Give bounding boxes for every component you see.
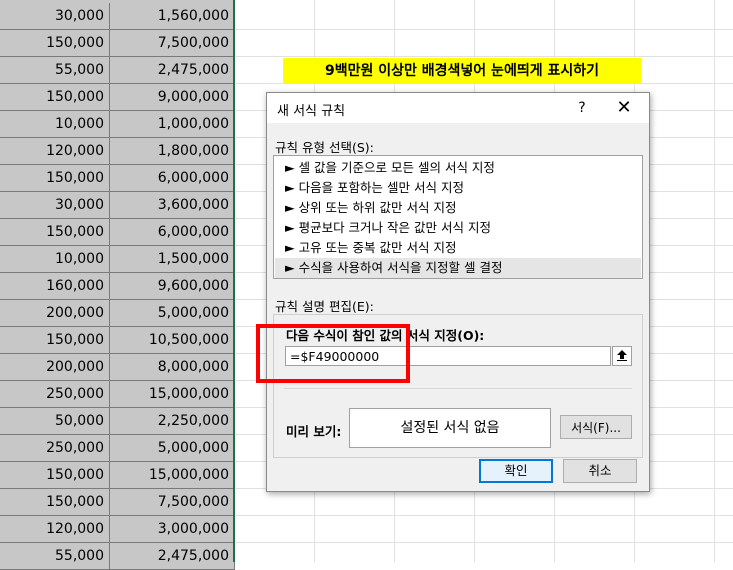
quantity-cell[interactable]: 150,000 [0,30,110,57]
table-row: 30,000 1,560,000 [0,3,235,30]
rule-type-list[interactable]: ► 셀 값을 기준으로 모든 셀의 서식 지정 ► 다음을 포함하는 셀만 서식 … [273,155,643,279]
amount-cell[interactable]: 2,475,000 [110,57,235,84]
arrow-up-icon [617,350,627,361]
quantity-cell[interactable]: 10,000 [0,111,110,138]
ok-button[interactable]: 확인 [479,459,553,483]
quantity-cell[interactable]: 30,000 [0,192,110,219]
quantity-cell[interactable]: 150,000 [0,219,110,246]
amount-cell[interactable]: 1,000,000 [110,111,235,138]
data-rows: 30,000 1,560,000 150,000 7,500,000 55,000 2,4… [0,3,235,570]
quantity-cell[interactable]: 55,000 [0,543,110,570]
table-row: 200,000 8,000,000 [0,354,235,381]
amount-cell[interactable]: 5,000,000 [110,435,235,462]
amount-cell[interactable]: 5,000,000 [110,300,235,327]
dialog-title: 새 서식 규칙 [277,104,346,119]
table-row: 150,000 7,500,000 [0,30,235,57]
rule-type-item[interactable]: ► 상위 또는 하위 값만 서식 지정 [275,198,641,218]
divider [284,388,632,389]
table-row: 150,000 6,000,000 [0,165,235,192]
amount-cell[interactable]: 3,000,000 [110,516,235,543]
quantity-cell[interactable]: 160,000 [0,273,110,300]
quantity-cell[interactable]: 120,000 [0,516,110,543]
rule-type-item[interactable]: ► 수식을 사용하여 서식을 지정할 셀 결정 [275,258,641,278]
quantity-cell[interactable]: 150,000 [0,327,110,354]
table-row: 55,000 2,475,000 [0,543,235,570]
rule-type-label: 규칙 유형 선택(S): [275,140,374,155]
quantity-cell[interactable]: 150,000 [0,84,110,111]
amount-cell[interactable]: 2,250,000 [110,408,235,435]
cancel-button[interactable]: 취소 [563,459,637,483]
quantity-cell[interactable]: 200,000 [0,300,110,327]
help-button[interactable]: ? [571,97,593,119]
amount-cell[interactable]: 9,600,000 [110,273,235,300]
rule-type-item[interactable]: ► 셀 값을 기준으로 모든 셀의 서식 지정 [275,158,641,178]
quantity-cell[interactable]: 50,000 [0,408,110,435]
quantity-cell[interactable]: 250,000 [0,435,110,462]
table-row: 50,000 2,250,000 [0,408,235,435]
quantity-cell[interactable]: 10,000 [0,246,110,273]
rule-type-item[interactable]: ► 다음을 포함하는 셀만 서식 지정 [275,178,641,198]
amount-cell[interactable]: 6,000,000 [110,165,235,192]
preview-label: 미리 보기: [286,424,342,439]
annotation-highlight-box [256,324,410,383]
quantity-cell[interactable]: 200,000 [0,354,110,381]
table-row: 150,000 10,500,000 [0,327,235,354]
edit-description-label: 규칙 설명 편집(E): [275,299,374,314]
table-row: 200,000 5,000,000 [0,300,235,327]
selection-border [233,0,235,562]
new-format-rule-dialog: 새 서식 규칙 ? ✕ 규칙 유형 선택(S): ► 셀 값을 기준으로 모든 … [266,92,650,492]
table-row: 150,000 9,000,000 [0,84,235,111]
amount-cell[interactable]: 10,500,000 [110,327,235,354]
table-row: 160,000 9,600,000 [0,273,235,300]
table-row: 10,000 1,000,000 [0,111,235,138]
table-row: 30,000 3,600,000 [0,192,235,219]
amount-cell[interactable]: 1,500,000 [110,246,235,273]
quantity-cell[interactable]: 120,000 [0,138,110,165]
table-row: 150,000 15,000,000 [0,462,235,489]
amount-cell[interactable]: 3,600,000 [110,192,235,219]
format-button[interactable]: 서식(F)... [560,415,632,439]
instruction-banner: 9백만원 이상만 배경색넣어 눈에띄게 표시하기 [283,58,641,84]
table-row: 10,000 1,500,000 [0,246,235,273]
amount-cell[interactable]: 1,800,000 [110,138,235,165]
table-row: 250,000 5,000,000 [0,435,235,462]
table-row: 120,000 1,800,000 [0,138,235,165]
amount-cell[interactable]: 9,000,000 [110,84,235,111]
quantity-cell[interactable]: 150,000 [0,489,110,516]
quantity-cell[interactable]: 55,000 [0,57,110,84]
table-row: 250,000 15,000,000 [0,381,235,408]
amount-cell[interactable]: 8,000,000 [110,354,235,381]
rule-type-item[interactable]: ► 평균보다 크거나 작은 값만 서식 지정 [275,218,641,238]
dialog-titlebar[interactable]: 새 서식 규칙 ? ✕ [267,93,649,123]
table-row: 55,000 2,475,000 [0,57,235,84]
rule-type-item[interactable]: ► 고유 또는 중복 값만 서식 지정 [275,238,641,258]
preview-box: 설정된 서식 없음 [349,408,551,448]
quantity-cell[interactable]: 150,000 [0,165,110,192]
table-row: 120,000 3,000,000 [0,516,235,543]
quantity-cell[interactable]: 30,000 [0,3,110,30]
amount-cell[interactable]: 6,000,000 [110,219,235,246]
amount-cell[interactable]: 1,560,000 [110,3,235,30]
table-row: 150,000 7,500,000 [0,489,235,516]
amount-cell[interactable]: 2,475,000 [110,543,235,570]
collapse-range-button[interactable] [612,346,632,366]
quantity-cell[interactable]: 150,000 [0,462,110,489]
table-row: 150,000 6,000,000 [0,219,235,246]
amount-cell[interactable]: 15,000,000 [110,462,235,489]
amount-cell[interactable]: 15,000,000 [110,381,235,408]
close-icon[interactable]: ✕ [613,97,635,119]
quantity-cell[interactable]: 250,000 [0,381,110,408]
amount-cell[interactable]: 7,500,000 [110,30,235,57]
amount-cell[interactable]: 7,500,000 [110,489,235,516]
